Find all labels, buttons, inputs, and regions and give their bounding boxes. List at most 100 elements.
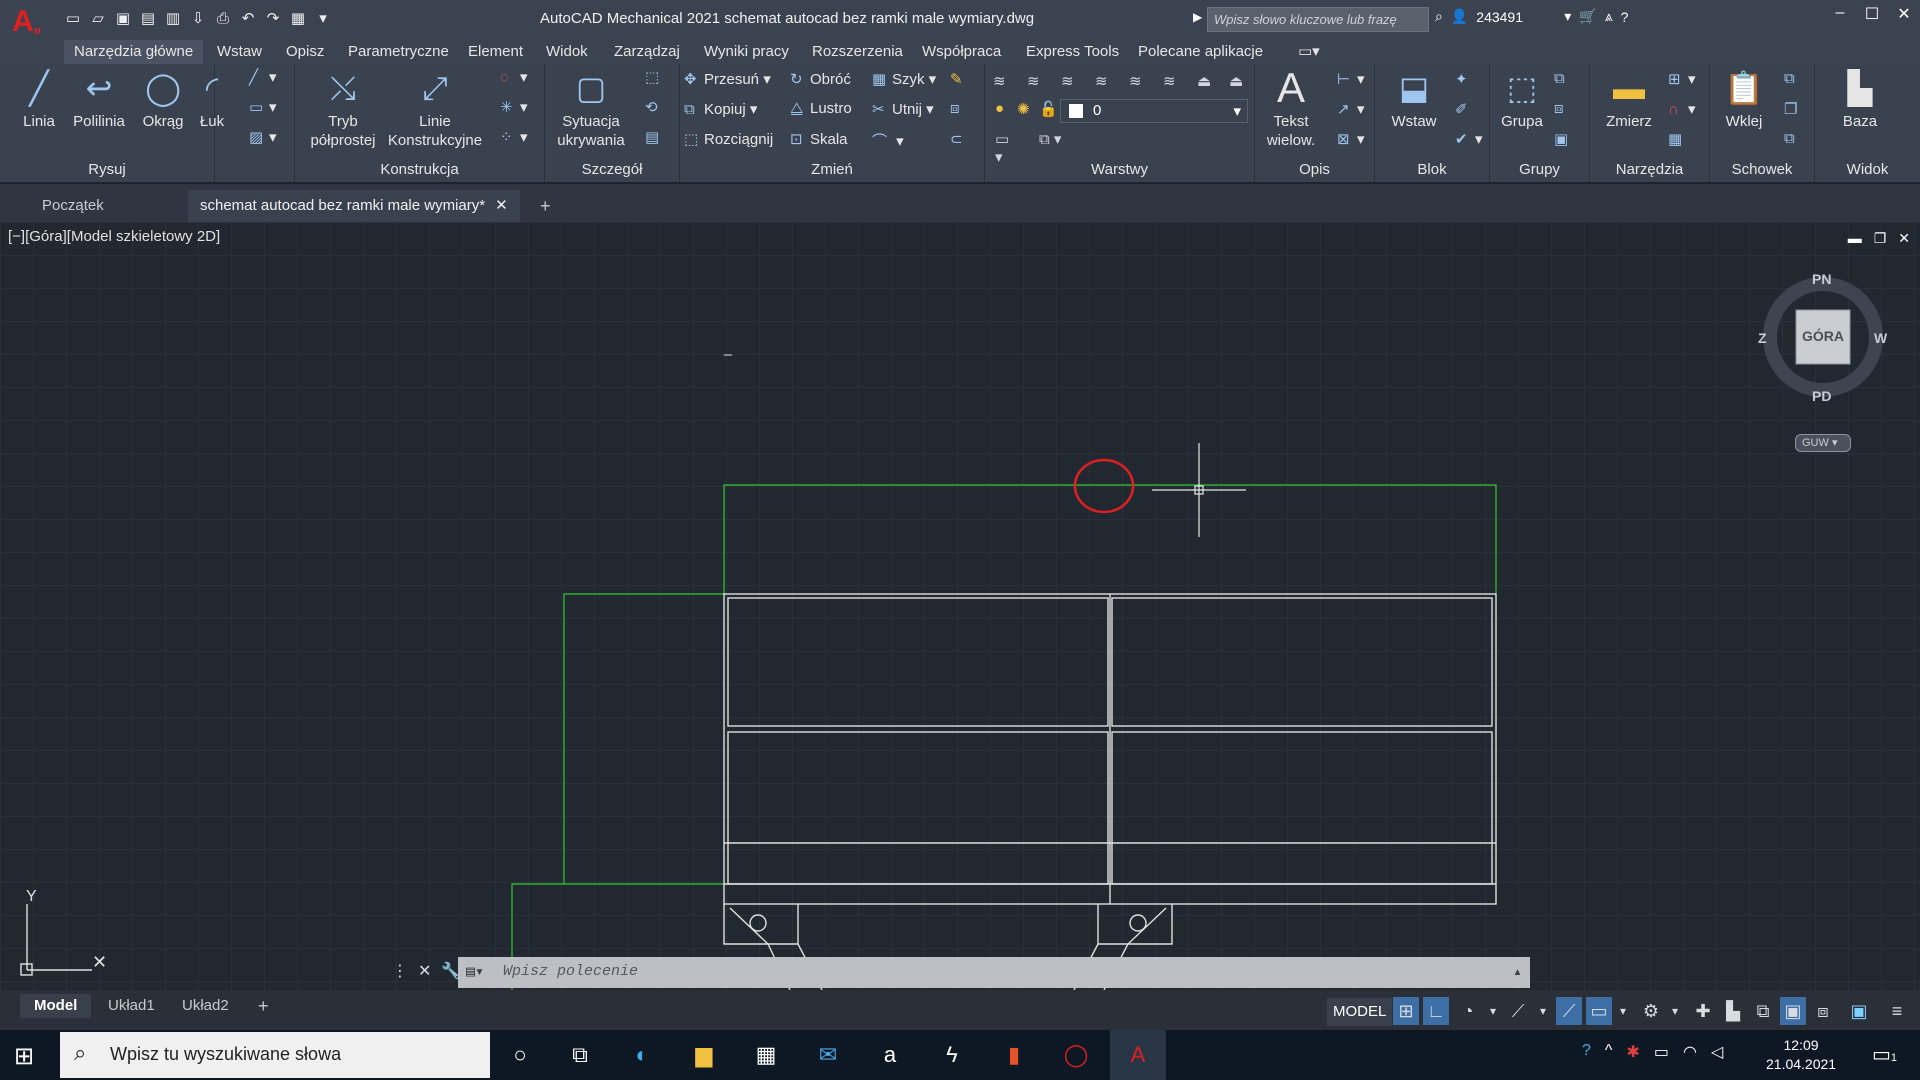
settings-icon[interactable]: ⚙ bbox=[1638, 997, 1664, 1025]
tab-rozszerzenia[interactable]: Rozszerzenia bbox=[812, 40, 903, 64]
windows-start-icon[interactable]: ⊞ bbox=[14, 1042, 44, 1072]
kopiuj-button[interactable]: ⧉ Kopiuj ▾ bbox=[684, 100, 757, 118]
command-history-icon[interactable]: ▤▾ bbox=[466, 962, 484, 981]
wklej-button[interactable]: 📋 Wklej bbox=[1714, 68, 1774, 131]
add-layout-icon[interactable]: + bbox=[244, 994, 283, 1018]
tab-poczatek[interactable]: Początek bbox=[30, 190, 116, 222]
layer-freeze-icon[interactable]: ✺ bbox=[1017, 100, 1041, 120]
magnet-icon[interactable]: ∩ ▾ bbox=[1668, 100, 1696, 118]
clock[interactable]: 12:09 21.04.2021 bbox=[1766, 1036, 1836, 1074]
compass-east[interactable]: W bbox=[1874, 330, 1887, 346]
osnap-tracking-icon[interactable]: ▭ bbox=[1586, 997, 1612, 1025]
opera-icon[interactable]: ◯ bbox=[1048, 1030, 1104, 1080]
cortana-icon[interactable]: ○ bbox=[492, 1030, 548, 1080]
okrag-button[interactable]: ◯ Okrąg bbox=[136, 68, 190, 131]
redo-icon[interactable]: ↷ bbox=[262, 8, 284, 30]
tab-narzedzia-glowne[interactable]: Narzędzia główne bbox=[64, 40, 204, 64]
offset-icon[interactable]: ⊂ bbox=[950, 130, 970, 148]
group-edit-icon[interactable]: ⧈ bbox=[1554, 100, 1574, 117]
app-tray-icon[interactable]: ✱ bbox=[1626, 1042, 1639, 1062]
amazon-icon[interactable]: a bbox=[862, 1030, 918, 1080]
help-icon[interactable]: ? bbox=[1621, 9, 1629, 25]
polar-icon[interactable]: ◔ bbox=[1455, 997, 1481, 1025]
layer-icon-4[interactable]: ≋ bbox=[1095, 72, 1119, 92]
panel-label-rysuj[interactable]: Rysuj bbox=[0, 161, 214, 178]
utnij-button[interactable]: ✂ Utnij ▾ bbox=[872, 100, 934, 118]
ribbon-minimize-icon[interactable]: ▭▾ bbox=[1298, 40, 1320, 64]
lustro-button[interactable]: ⧋ Lustro bbox=[790, 100, 852, 117]
edit-block-icon[interactable]: ✐ bbox=[1455, 100, 1475, 118]
detail-icon-2[interactable]: ⟲ bbox=[645, 98, 665, 116]
tab-wstaw[interactable]: Wstaw bbox=[217, 40, 262, 64]
units-icon[interactable]: ⧈ bbox=[1810, 997, 1836, 1025]
app-s-icon[interactable]: ϟ bbox=[924, 1030, 980, 1080]
ray-icon[interactable]: ╱ ▾ bbox=[249, 68, 277, 86]
chevron-up-icon[interactable]: ^ bbox=[1605, 1042, 1613, 1062]
skala-button[interactable]: ⊡ Skala bbox=[790, 130, 848, 148]
isodraft-icon[interactable]: ⟋ bbox=[1505, 997, 1531, 1025]
print-icon[interactable]: ⎙ bbox=[212, 8, 234, 30]
tab-express-tools[interactable]: Express Tools bbox=[1026, 40, 1119, 64]
customize-icon[interactable]: ▾ bbox=[312, 8, 334, 30]
layer-icon-6[interactable]: ≋ bbox=[1163, 72, 1187, 92]
tab-zarzadzaj[interactable]: Zarządzaj bbox=[614, 40, 680, 64]
wstaw-button[interactable]: ⬓ Wstaw bbox=[1381, 68, 1447, 131]
tab-opisz[interactable]: Opisz bbox=[286, 40, 324, 64]
layer-dropdown[interactable]: 0 ▾ bbox=[1060, 99, 1248, 123]
chevron-down-icon[interactable]: ▾ bbox=[1564, 8, 1571, 25]
workspace-switch-icon[interactable]: ⧉ bbox=[1750, 997, 1776, 1025]
detail-icon-1[interactable]: ⬚ bbox=[645, 68, 665, 86]
panel-label-narzedzia[interactable]: Narzędzia bbox=[1590, 161, 1709, 178]
panel-label-widok[interactable]: Widok bbox=[1815, 161, 1920, 178]
linie-konstrukcyjne-button[interactable]: ⤢ Linie Konstrukcyjne bbox=[385, 68, 485, 150]
close-cmd-icon[interactable]: ✕ bbox=[418, 961, 431, 981]
mail-icon[interactable]: ✉ bbox=[800, 1030, 856, 1080]
open-icon[interactable]: ▱ bbox=[87, 8, 109, 30]
chevron-down-icon[interactable]: ▾ bbox=[1480, 997, 1506, 1025]
save-as-icon[interactable]: ▤ bbox=[137, 8, 159, 30]
tab-parametryczne[interactable]: Parametryczne bbox=[348, 40, 449, 64]
copy-base-icon[interactable]: ⧉ bbox=[1784, 130, 1804, 147]
minimize-icon[interactable]: – bbox=[1824, 4, 1856, 24]
snap-icon[interactable]: ∟ bbox=[1423, 997, 1449, 1025]
task-view-icon[interactable]: ⧉ bbox=[552, 1030, 608, 1080]
battery-icon[interactable]: ▭ bbox=[1654, 1042, 1669, 1062]
compass-west[interactable]: Z bbox=[1758, 330, 1767, 346]
autodesk-icon[interactable]: ⩓ bbox=[1605, 8, 1613, 25]
delete-construction-icon[interactable]: ⁘ ▾ bbox=[500, 128, 528, 146]
tab-wyniki-pracy[interactable]: Wyniki pracy bbox=[704, 40, 789, 64]
leader-icon[interactable]: ↗ ▾ bbox=[1337, 100, 1365, 118]
explode-icon[interactable]: ⧈ bbox=[950, 100, 970, 117]
drawing-canvas[interactable]: [−][Góra][Model szkieletowy 2D] ▬ ❐ ✕ Y … bbox=[0, 222, 1920, 990]
file-explorer-icon[interactable]: ▆ bbox=[676, 1030, 732, 1080]
panel-label-szczegol[interactable]: Szczegół bbox=[545, 161, 679, 178]
tab-element[interactable]: Element bbox=[468, 40, 523, 64]
chevron-down-icon[interactable]: ▾ bbox=[1610, 997, 1636, 1025]
office-icon[interactable]: ▮ bbox=[986, 1030, 1042, 1080]
tab-polecane-aplikacje[interactable]: Polecane aplikacje bbox=[1138, 40, 1263, 64]
annotation-icon[interactable]: ▙ bbox=[1720, 997, 1746, 1025]
cut-icon[interactable]: ⧉ bbox=[1784, 70, 1804, 87]
layer-icon-3[interactable]: ≋ bbox=[1061, 72, 1085, 92]
new-tab-icon[interactable]: + bbox=[528, 190, 563, 222]
autocad-logo-icon[interactable]: AM bbox=[12, 5, 52, 39]
chevron-down-icon[interactable]: ▾ bbox=[1530, 997, 1556, 1025]
tab-drawing[interactable]: schemat autocad bez ramki male wymiary* ✕ bbox=[188, 190, 520, 222]
wifi-icon[interactable]: ◠ bbox=[1683, 1042, 1697, 1062]
szyk-button[interactable]: ▦ Szyk ▾ bbox=[872, 70, 936, 88]
layer-icon-7[interactable]: ⏏ bbox=[1197, 72, 1221, 92]
taskbar-search-input[interactable]: ⌕ Wpisz tu wyszukiwane słowa bbox=[60, 1032, 490, 1078]
search-expand-icon[interactable]: ▶ bbox=[1193, 10, 1202, 24]
point-icon[interactable]: ✳ ▾ bbox=[500, 98, 528, 116]
close-icon[interactable]: ✕ bbox=[1888, 4, 1920, 24]
id-point-icon[interactable]: ⊞ ▾ bbox=[1668, 70, 1696, 88]
panel-label-konstrukcja[interactable]: Konstrukcja bbox=[295, 161, 544, 178]
keyword-search-input[interactable]: Wpisz słowo kluczowe lub frazę bbox=[1207, 7, 1429, 32]
ucs-menu-button[interactable]: GUW ▾ bbox=[1795, 434, 1851, 452]
fillet-icon[interactable]: ⌒ ▾ bbox=[872, 130, 904, 151]
store-icon[interactable]: ▦ bbox=[738, 1030, 794, 1080]
chevron-down-icon[interactable]: ▾ bbox=[1662, 997, 1688, 1025]
cart-icon[interactable]: 🛒 bbox=[1579, 8, 1596, 25]
chevron-up-icon[interactable]: ▴ bbox=[1513, 962, 1522, 981]
layout-tab-model[interactable]: Model bbox=[20, 994, 92, 1018]
